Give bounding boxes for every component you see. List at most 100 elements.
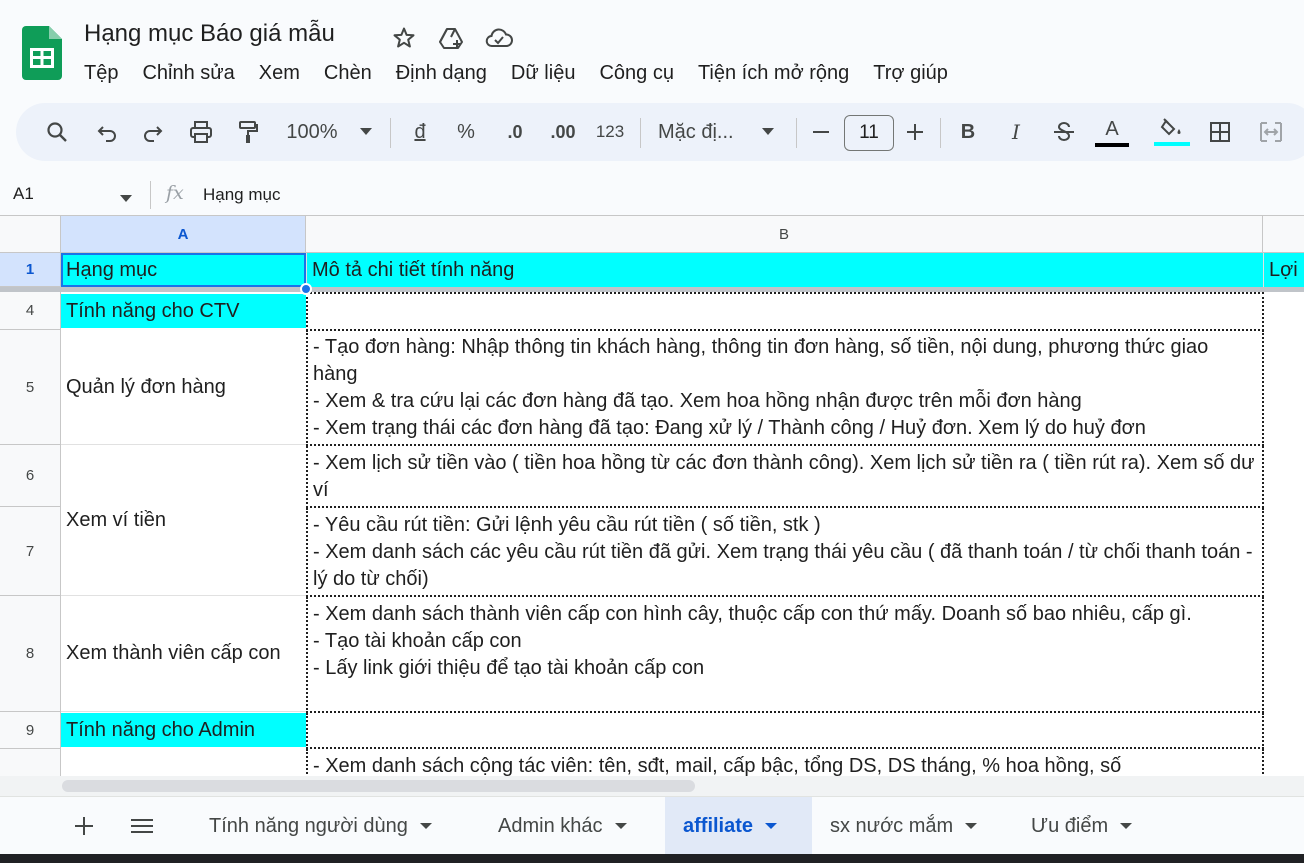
strikethrough-icon[interactable]	[1050, 103, 1078, 161]
row-header-8[interactable]: 8	[0, 596, 61, 712]
increase-font-size-icon[interactable]	[904, 103, 926, 161]
toolbar-separator	[940, 118, 941, 148]
sheet-tab-label: affiliate	[683, 814, 754, 837]
redo-icon[interactable]	[138, 103, 168, 161]
row-header-1[interactable]: 1	[0, 253, 61, 287]
fx-icon: fx	[166, 182, 184, 204]
cell-c1[interactable]: Lợi	[1263, 253, 1304, 287]
bold-button[interactable]: B	[956, 103, 980, 161]
text-color-button[interactable]: A	[1094, 103, 1130, 161]
row-header-4[interactable]: 4	[0, 292, 61, 330]
fill-color-swatch	[1154, 142, 1190, 146]
cell-b9[interactable]	[306, 713, 1264, 749]
cell-a9[interactable]: Tính năng cho Admin	[61, 713, 306, 747]
sheet-tab-affiliate[interactable]: affiliate	[665, 797, 812, 855]
cell-b5[interactable]: - Tạo đơn hàng: Nhập thông tin khách hàn…	[306, 330, 1264, 446]
cloud-saved-icon[interactable]	[485, 24, 513, 52]
decrease-decimal-button[interactable]: .0	[498, 103, 532, 161]
name-box[interactable]: A1	[13, 184, 34, 204]
cell-a5[interactable]: Quản lý đơn hàng	[61, 330, 306, 445]
menu-view[interactable]: Xem	[247, 58, 312, 88]
sheet-tab-label: Tính năng người dùng	[209, 814, 408, 837]
toolbar-separator	[640, 118, 641, 148]
menu-data[interactable]: Dữ liệu	[499, 58, 588, 88]
menu-format[interactable]: Định dạng	[384, 58, 499, 88]
cell-b4[interactable]	[306, 292, 1264, 331]
fill-color-button[interactable]	[1152, 103, 1192, 161]
decrease-font-size-icon[interactable]	[810, 103, 832, 161]
font-size-input[interactable]: 11	[844, 115, 894, 151]
all-sheets-menu-icon[interactable]	[124, 797, 160, 855]
select-all-corner[interactable]	[0, 216, 61, 253]
star-icon[interactable]	[390, 24, 418, 52]
undo-icon[interactable]	[92, 103, 122, 161]
zoom-dropdown-icon[interactable]	[356, 103, 376, 161]
sheet-tab-bar: Tính năng người dùng Admin khác affiliat…	[0, 796, 1304, 855]
cell-b6[interactable]: - Xem lịch sử tiền vào ( tiền hoa hồng t…	[306, 446, 1264, 508]
zoom-select[interactable]: 100%	[282, 103, 342, 161]
formula-input[interactable]: Hạng mục	[203, 185, 280, 205]
chevron-down-icon[interactable]	[419, 823, 432, 829]
scrollbar-thumb[interactable]	[62, 780, 695, 792]
document-title[interactable]: Hạng mục Báo giá mẫu	[84, 20, 335, 48]
horizontal-scrollbar[interactable]	[0, 776, 1304, 796]
chevron-down-icon[interactable]	[1120, 823, 1133, 829]
menu-bar: Tệp Chỉnh sửa Xem Chèn Định dạng Dữ liệu…	[72, 58, 960, 88]
cell-b8[interactable]: - Xem danh sách thành viên cấp con hình …	[306, 597, 1264, 713]
cell-a4[interactable]: Tính năng cho CTV	[61, 294, 306, 328]
sheets-logo-icon[interactable]	[22, 26, 62, 80]
google-sheets-window: Hạng mục Báo giá mẫu Tệp Chỉnh sửa Xem C…	[0, 0, 1304, 863]
font-family-select[interactable]: Mặc đị...	[658, 103, 758, 161]
move-to-drive-icon[interactable]	[438, 24, 466, 52]
cell-b10[interactable]: - Xem danh sách cộng tác viên: tên, sđt,…	[306, 749, 1264, 776]
spreadsheet-grid: A B 1 Hạng mục Mô tả chi tiết tính năng …	[0, 215, 1304, 776]
menu-help[interactable]: Trợ giúp	[861, 58, 960, 88]
column-header-c[interactable]	[1263, 216, 1304, 253]
cell-b1[interactable]: Mô tả chi tiết tính năng	[306, 253, 1263, 287]
column-header-a[interactable]: A	[61, 216, 306, 253]
italic-button[interactable]: I	[1004, 103, 1028, 161]
name-box-dropdown-icon[interactable]	[120, 190, 132, 208]
search-menus-icon[interactable]	[42, 103, 72, 161]
text-color-swatch	[1095, 143, 1129, 147]
increase-decimal-button[interactable]: .00	[543, 103, 583, 161]
menu-file[interactable]: Tệp	[72, 58, 130, 88]
row-header-6[interactable]: 6	[0, 445, 61, 507]
print-icon[interactable]	[186, 103, 216, 161]
menu-extensions[interactable]: Tiện ích mở rộng	[686, 58, 861, 88]
sheet-tab-sx-nuoc-mam[interactable]: sx nước mắm	[812, 797, 995, 855]
cell-a6[interactable]: Xem ví tiền	[61, 445, 306, 596]
sheet-tab-label: Ưu điểm	[1031, 814, 1109, 837]
sheet-tab-tinh-nang-nguoi-dung[interactable]: Tính năng người dùng	[191, 797, 450, 855]
text-color-letter: A	[1105, 118, 1119, 140]
sheet-tab-label: Admin khác	[498, 814, 603, 837]
chevron-down-icon[interactable]	[965, 823, 978, 829]
sheet-tab-uu-diem[interactable]: Ưu điểm	[1013, 797, 1150, 855]
borders-icon[interactable]	[1206, 103, 1234, 161]
chevron-down-icon[interactable]	[765, 823, 778, 829]
row-header-9[interactable]: 9	[0, 712, 61, 749]
menu-edit[interactable]: Chỉnh sửa	[130, 58, 246, 88]
row-header-10[interactable]	[0, 749, 61, 776]
sheet-tab-admin-khac[interactable]: Admin khác	[480, 797, 645, 855]
row-header-7[interactable]: 7	[0, 507, 61, 596]
cell-b7[interactable]: - Yêu cầu rút tiền: Gửi lệnh yêu cầu rút…	[306, 508, 1264, 597]
menu-tools[interactable]: Công cụ	[587, 58, 686, 88]
format-currency-button[interactable]: đ	[408, 103, 432, 161]
number-format-button[interactable]: 123	[592, 103, 628, 161]
menu-insert[interactable]: Chèn	[312, 58, 384, 88]
fill-handle[interactable]	[300, 283, 312, 295]
chevron-down-icon[interactable]	[614, 823, 627, 829]
cell-a8[interactable]: Xem thành viên cấp con	[61, 596, 306, 712]
row-header-5[interactable]: 5	[0, 330, 61, 445]
format-percent-button[interactable]: %	[454, 103, 478, 161]
cell-a10[interactable]	[61, 749, 306, 776]
font-dropdown-icon[interactable]	[758, 103, 778, 161]
toolbar-separator	[796, 118, 797, 148]
column-header-b[interactable]: B	[306, 216, 1263, 253]
add-sheet-icon[interactable]	[66, 797, 102, 855]
toolbar: 100% đ % .0 .00 123 Mặc đị... 11 B I A	[16, 103, 1304, 161]
cell-a1[interactable]: Hạng mục	[61, 253, 306, 287]
merge-cells-icon[interactable]	[1256, 103, 1286, 161]
paint-format-icon[interactable]	[233, 103, 263, 161]
